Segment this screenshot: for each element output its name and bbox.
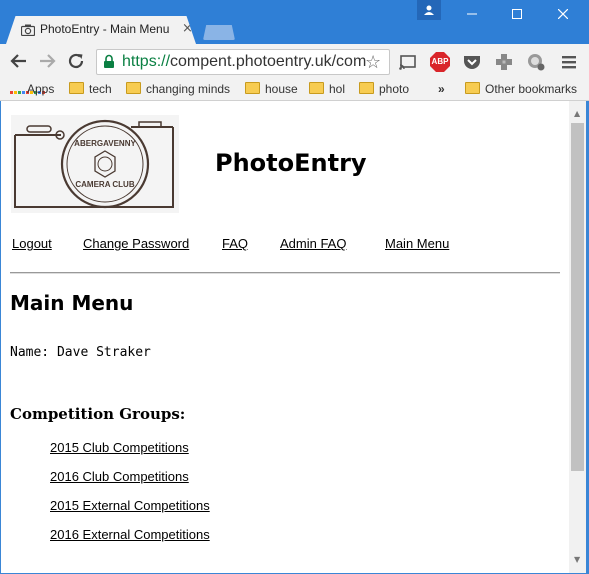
folder-icon	[69, 82, 84, 94]
close-window-button[interactable]	[540, 0, 586, 30]
browser-window: PhotoEntry - Main Menu × https://compent…	[0, 0, 589, 574]
minimize-button[interactable]	[449, 0, 495, 30]
folder-icon	[465, 82, 480, 94]
logo-text-bottom: CAMERA CLUB	[75, 180, 134, 189]
group-link-2015-external[interactable]: 2015 External Competitions	[50, 498, 210, 513]
scroll-up-arrow-icon[interactable]: ▲	[574, 109, 580, 118]
scroll-down-arrow-icon[interactable]: ▼	[574, 555, 580, 564]
new-tab-button[interactable]	[203, 25, 235, 40]
tab-title: PhotoEntry - Main Menu	[40, 22, 170, 36]
folder-icon	[245, 82, 260, 94]
globe-extension-icon[interactable]	[526, 52, 546, 72]
browser-toolbar: https://compent.photoentry.uk/com ☆ ABP	[0, 44, 589, 78]
abp-label: ABP	[431, 57, 449, 66]
club-logo: ABERGAVENNY CAMERA CLUB	[11, 115, 179, 213]
forward-arrow-icon[interactable]	[38, 52, 56, 70]
admin-faq-link[interactable]: Admin FAQ	[280, 236, 346, 251]
menu-icon[interactable]	[559, 52, 579, 72]
group-link-2016-club[interactable]: 2016 Club Competitions	[50, 469, 189, 484]
vertical-scrollbar[interactable]: ▲ ▼	[569, 101, 586, 573]
group-link-2016-external[interactable]: 2016 External Competitions	[50, 527, 210, 542]
bookmark-star-icon[interactable]: ☆	[365, 52, 381, 73]
logout-link[interactable]: Logout	[12, 236, 52, 251]
divider	[10, 272, 560, 274]
maximize-icon	[512, 9, 522, 19]
close-icon	[557, 8, 569, 20]
scroll-thumb[interactable]	[571, 123, 584, 471]
title-bar: PhotoEntry - Main Menu ×	[0, 0, 589, 44]
folder-icon	[359, 82, 374, 94]
url-text: https://compent.photoentry.uk/com	[122, 53, 367, 70]
faq-link[interactable]: FAQ	[222, 236, 248, 251]
site-title: PhotoEntry	[215, 149, 367, 177]
groups-heading: Competition Groups:	[10, 405, 186, 423]
bookmark-folder-hol[interactable]: hol	[309, 82, 345, 96]
logo-text-top: ABERGAVENNY	[74, 139, 136, 148]
folder-icon	[126, 82, 141, 94]
bookmark-apps[interactable]: Apps	[10, 82, 54, 96]
puzzle-extension-icon[interactable]	[494, 52, 514, 72]
user-name: Name: Dave Straker	[10, 345, 151, 360]
reload-icon[interactable]	[67, 52, 85, 70]
change-password-link[interactable]: Change Password	[83, 236, 189, 251]
folder-icon	[309, 82, 324, 94]
apps-grid-icon	[10, 84, 45, 96]
maximize-button[interactable]	[494, 0, 540, 30]
bookmark-folder-house[interactable]: house	[245, 82, 298, 96]
adblock-plus-icon[interactable]: ABP	[430, 52, 450, 72]
camera-favicon-icon	[21, 24, 35, 36]
bookmark-folder-photo[interactable]: photo	[359, 82, 409, 96]
bookmark-folder-other[interactable]: Other bookmarks	[465, 82, 577, 96]
active-tab[interactable]: PhotoEntry - Main Menu ×	[6, 16, 196, 44]
tab-close-icon[interactable]: ×	[182, 21, 193, 36]
profile-button[interactable]	[417, 0, 441, 20]
bookmark-folder-changing-minds[interactable]: changing minds	[126, 82, 230, 96]
address-bar[interactable]: https://compent.photoentry.uk/com ☆	[96, 49, 390, 75]
back-arrow-icon[interactable]	[10, 52, 28, 70]
lock-icon	[104, 54, 114, 68]
bookmarks-bar: Apps tech changing minds house hol photo…	[0, 78, 589, 101]
group-link-2015-club[interactable]: 2015 Club Competitions	[50, 440, 189, 455]
person-icon	[424, 5, 434, 15]
bookmark-folder-tech[interactable]: tech	[69, 82, 112, 96]
minimize-icon	[467, 13, 477, 15]
main-menu-link[interactable]: Main Menu	[385, 236, 449, 251]
bookmarks-overflow-chevron-icon[interactable]: »	[438, 82, 445, 96]
cast-icon[interactable]	[398, 52, 418, 72]
page-viewport: ABERGAVENNY CAMERA CLUB PhotoEntry Logou…	[1, 101, 569, 573]
page-heading: Main Menu	[10, 291, 134, 315]
pocket-icon[interactable]	[462, 52, 482, 72]
